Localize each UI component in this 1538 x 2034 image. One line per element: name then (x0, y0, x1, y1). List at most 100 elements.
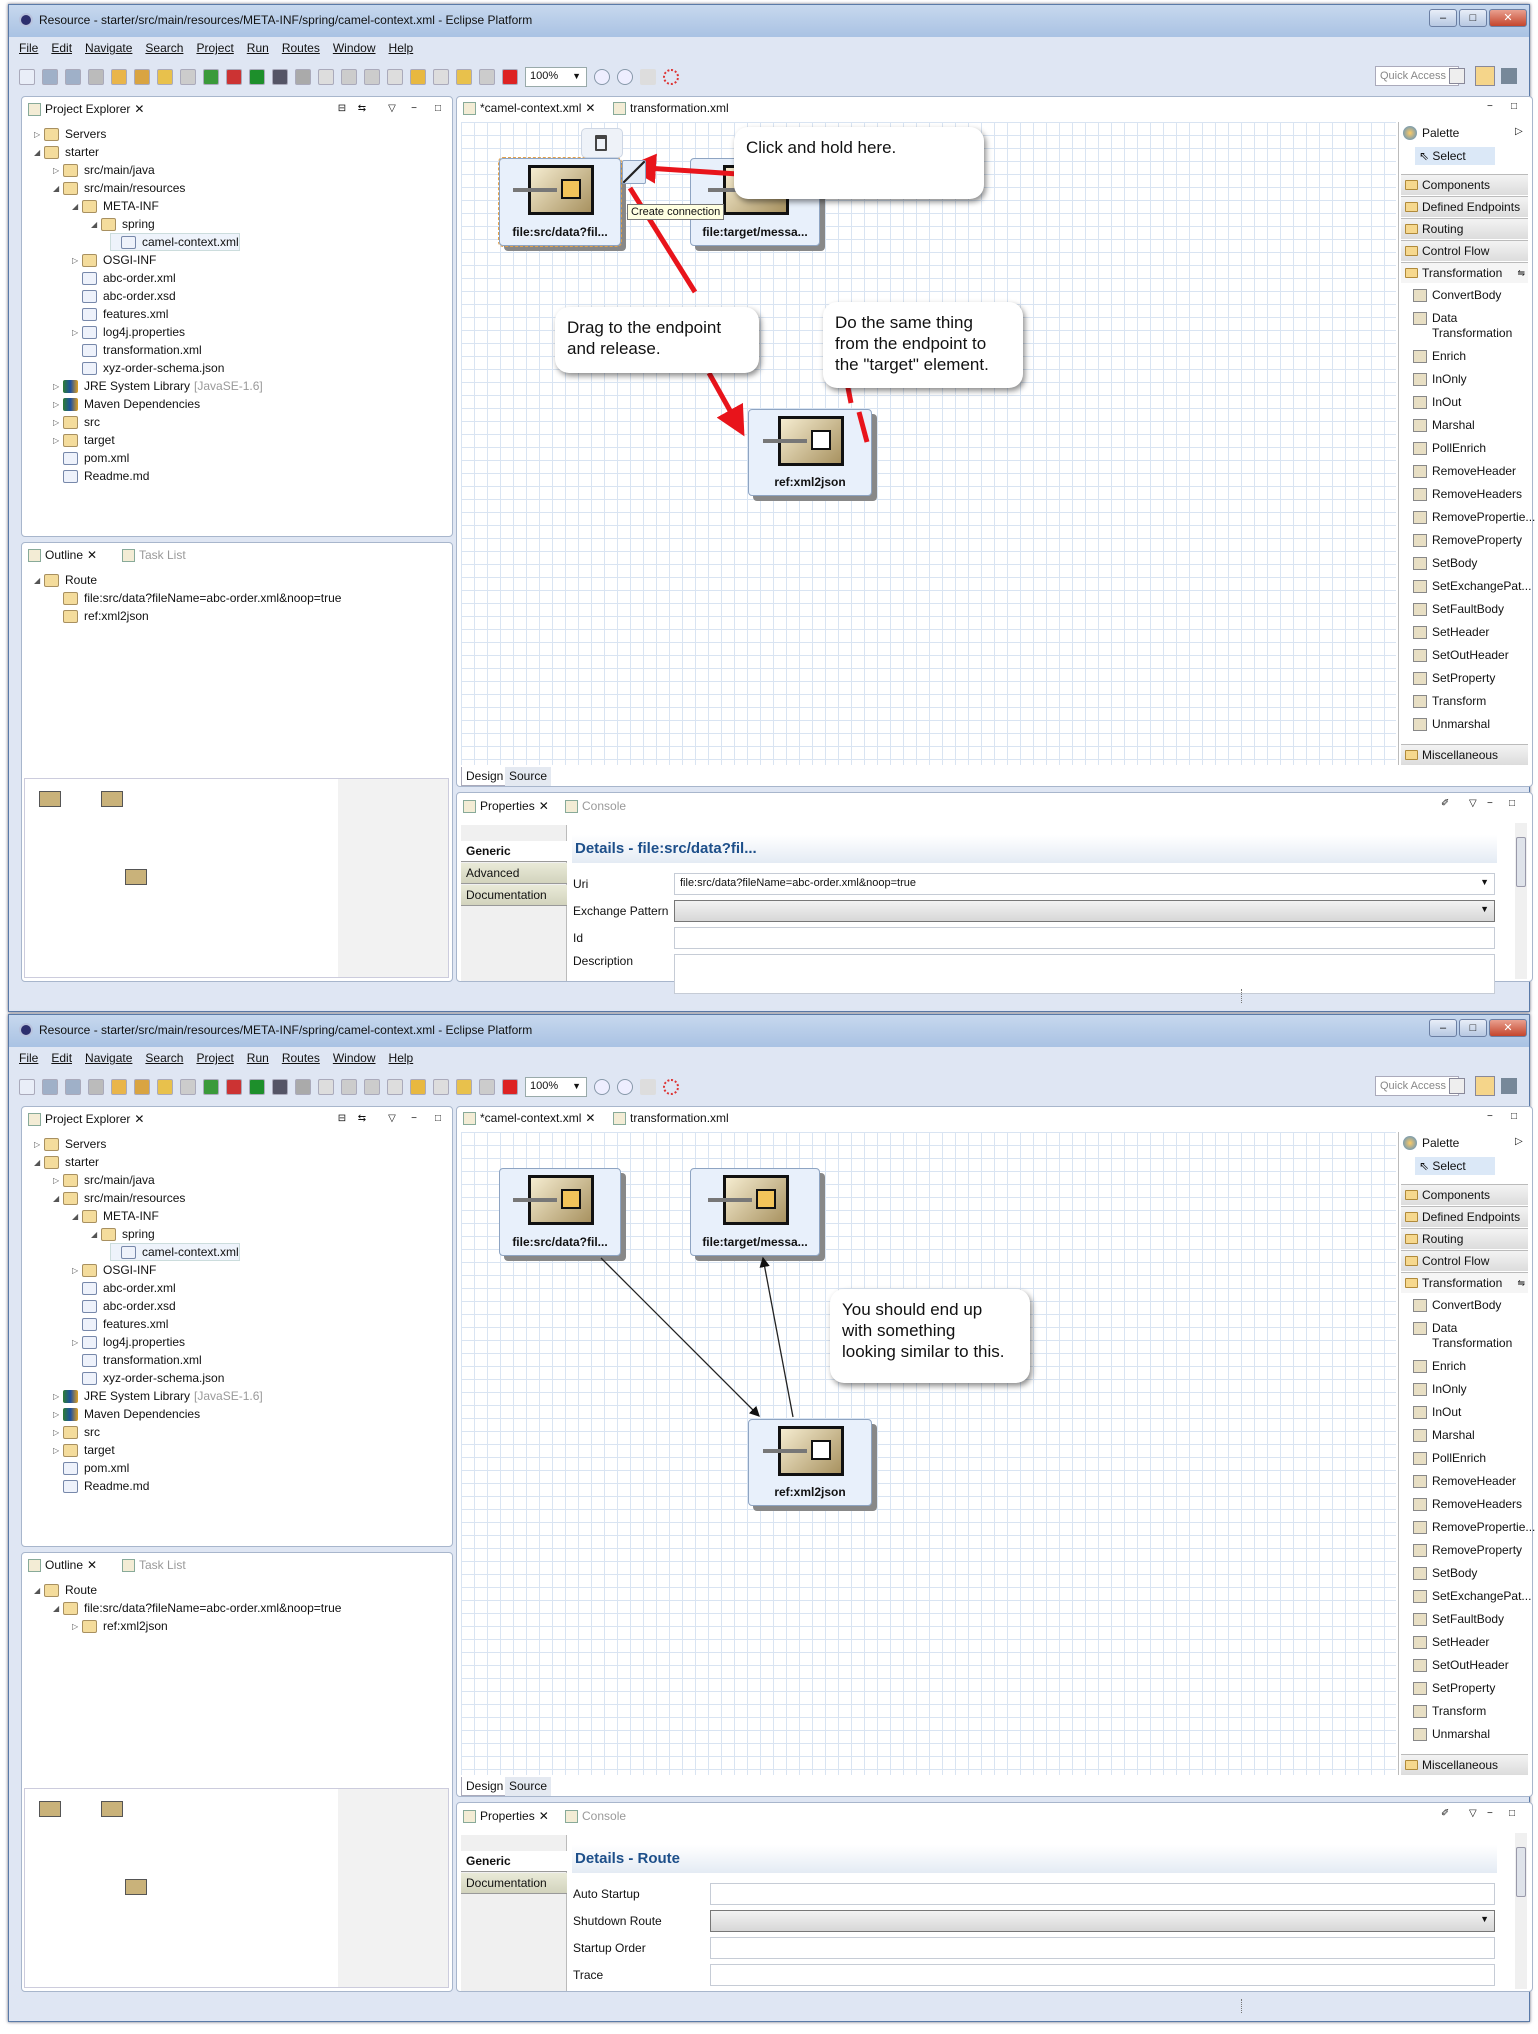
menu-search[interactable]: Search (145, 41, 183, 59)
property-tab-documentation[interactable]: Documentation (461, 1873, 567, 1894)
description-field[interactable] (674, 954, 1495, 994)
minimize-button[interactable]: – (1429, 1019, 1457, 1037)
close-button[interactable]: ✕ (1489, 9, 1527, 27)
link-editor-icon[interactable]: ⇆ (354, 1113, 370, 1127)
palette-category[interactable]: Defined Endpoints (1401, 196, 1528, 217)
palette-item[interactable]: PollEnrich (1413, 441, 1486, 455)
tree-item[interactable]: pom.xml (53, 1459, 129, 1477)
debug-icon[interactable] (272, 69, 288, 85)
collapsed-arrow-icon[interactable]: ▷ (53, 1176, 63, 1185)
collapsed-arrow-icon[interactable]: ▷ (72, 1622, 82, 1631)
minimize-icon[interactable]: − (406, 103, 422, 117)
tab-outline[interactable]: Outline ✕ (28, 548, 97, 562)
collapsed-arrow-icon[interactable]: ▷ (72, 1338, 82, 1347)
expanded-arrow-icon[interactable]: ◢ (34, 576, 44, 585)
diagram-canvas[interactable]: file:src/data?fil... file:target/messa...… (461, 122, 1396, 765)
tree-item[interactable]: ◢ src/main/resources (53, 179, 185, 197)
hand-icon[interactable] (318, 1079, 334, 1095)
tree-item[interactable]: ▷ src/main/java (53, 161, 155, 179)
tab-task-list[interactable]: Task List (122, 548, 186, 562)
minimize-icon[interactable]: − (1487, 798, 1493, 809)
collapsed-arrow-icon[interactable]: ▷ (53, 400, 63, 409)
forward-icon[interactable] (433, 1079, 449, 1095)
palette-item[interactable]: SetBody (1413, 1566, 1477, 1580)
palette-item[interactable]: SetBody (1413, 556, 1477, 570)
tab-console[interactable]: Console (565, 1809, 626, 1823)
tree-item[interactable]: camel-context.xml (110, 233, 240, 251)
palette-item[interactable]: InOut (1413, 1405, 1461, 1419)
print-icon[interactable] (88, 69, 104, 85)
link-editor-icon[interactable]: ⇆ (354, 103, 370, 117)
tree-item[interactable]: ▷ OSGI-INF (72, 1261, 156, 1279)
zoom-combo[interactable]: 100% ▼ (525, 67, 587, 87)
collapsed-arrow-icon[interactable]: ▷ (53, 382, 63, 391)
tree-item[interactable]: ◢ src/main/resources (53, 1189, 185, 1207)
view-menu-icon[interactable]: ▽ (384, 103, 400, 117)
maximize-icon[interactable]: □ (1511, 1111, 1517, 1122)
tree-item[interactable]: xyz-order-schema.json (72, 359, 224, 377)
tree-item[interactable]: ▷ log4j.properties (72, 323, 185, 341)
palette-item[interactable]: Unmarshal (1413, 1727, 1490, 1741)
deploy-icon[interactable] (226, 1079, 242, 1095)
maximize-icon[interactable]: □ (1511, 101, 1517, 112)
tree-item[interactable]: ▷ JRE System Library [JavaSE-1.6] (53, 377, 263, 395)
tab-task-list[interactable]: Task List (122, 1558, 186, 1572)
close-icon[interactable]: ✕ (87, 1558, 97, 1572)
minimize-icon[interactable]: − (1487, 1808, 1493, 1819)
quick-access-input[interactable]: Quick Access (1375, 66, 1459, 86)
delete-icon[interactable] (502, 69, 518, 85)
chevron-down-icon[interactable]: ▼ (1480, 877, 1489, 887)
palette-select-tool[interactable]: ⇖ Select (1415, 1157, 1495, 1175)
palette-category[interactable]: Control Flow (1401, 240, 1528, 261)
shutdown-route-field[interactable]: ▼ (710, 1910, 1495, 1932)
outline-item[interactable]: ◢ Route (34, 571, 97, 589)
chevron-down-icon[interactable]: ▼ (1480, 904, 1489, 914)
palette-item[interactable]: Transform (1413, 1704, 1486, 1718)
camel-perspective-icon[interactable] (1501, 68, 1517, 84)
palette-category[interactable]: Routing (1401, 1228, 1528, 1249)
palette-item[interactable]: InOnly (1413, 372, 1467, 386)
pin-icon[interactable]: ✐ (1441, 1808, 1449, 1819)
palette-category-open[interactable]: Transformation ⇋ (1401, 262, 1528, 283)
palette-item[interactable]: Data Transformation (1413, 311, 1522, 341)
undo-edit-icon[interactable] (456, 1079, 472, 1095)
pin-icon[interactable]: ✐ (1441, 798, 1449, 809)
tree-item[interactable]: ◢ starter (34, 143, 99, 161)
open-icon[interactable] (111, 1079, 127, 1095)
zoom-in-icon[interactable] (594, 69, 610, 85)
palette-category[interactable]: Components (1401, 1184, 1528, 1205)
editor-tab[interactable]: transformation.xml (613, 101, 729, 115)
menu-help[interactable]: Help (389, 1051, 414, 1069)
back-history-icon[interactable] (410, 1079, 426, 1095)
run-server-icon[interactable] (203, 1079, 219, 1095)
tree-item[interactable]: ▷ Servers (34, 125, 106, 143)
collapsed-arrow-icon[interactable]: ▷ (53, 418, 63, 427)
undo-edit-icon[interactable] (456, 69, 472, 85)
maximize-icon[interactable]: □ (1509, 1808, 1515, 1819)
forward-icon[interactable] (433, 69, 449, 85)
tree-item[interactable]: ▷ target (53, 431, 115, 449)
startup-order-field[interactable] (710, 1937, 1495, 1959)
menu-project[interactable]: Project (196, 41, 233, 59)
exchange-pattern-field[interactable]: ▼ (674, 900, 1495, 922)
tree-item[interactable]: ▷ Maven Dependencies (53, 395, 200, 413)
refresh-icon[interactable] (663, 1079, 679, 1095)
tree-item[interactable]: pom.xml (53, 449, 129, 467)
collapse-all-icon[interactable]: ⊟ (334, 103, 350, 117)
run-server-icon[interactable] (203, 69, 219, 85)
run-icon[interactable] (249, 1079, 265, 1095)
palette-item[interactable]: SetExchangePat... (1413, 579, 1531, 593)
scrollbar-thumb[interactable] (1516, 1847, 1526, 1897)
palette-item[interactable]: InOut (1413, 395, 1461, 409)
next-annotation-icon[interactable] (341, 1079, 357, 1095)
editor-tab[interactable]: transformation.xml (613, 1111, 729, 1125)
tab-project-explorer[interactable]: Project Explorer ✕ (28, 102, 144, 116)
collapsed-arrow-icon[interactable]: ▷ (72, 328, 82, 337)
palette-item[interactable]: SetHeader (1413, 625, 1489, 639)
tree-item[interactable]: ▷ OSGI-INF (72, 251, 156, 269)
snap-icon[interactable] (640, 1079, 656, 1095)
palette-item[interactable]: ConvertBody (1413, 1298, 1501, 1312)
view-menu-icon[interactable]: ▽ (384, 1113, 400, 1127)
close-icon[interactable]: ✕ (539, 1809, 549, 1823)
tab-source[interactable]: Source (505, 767, 552, 786)
